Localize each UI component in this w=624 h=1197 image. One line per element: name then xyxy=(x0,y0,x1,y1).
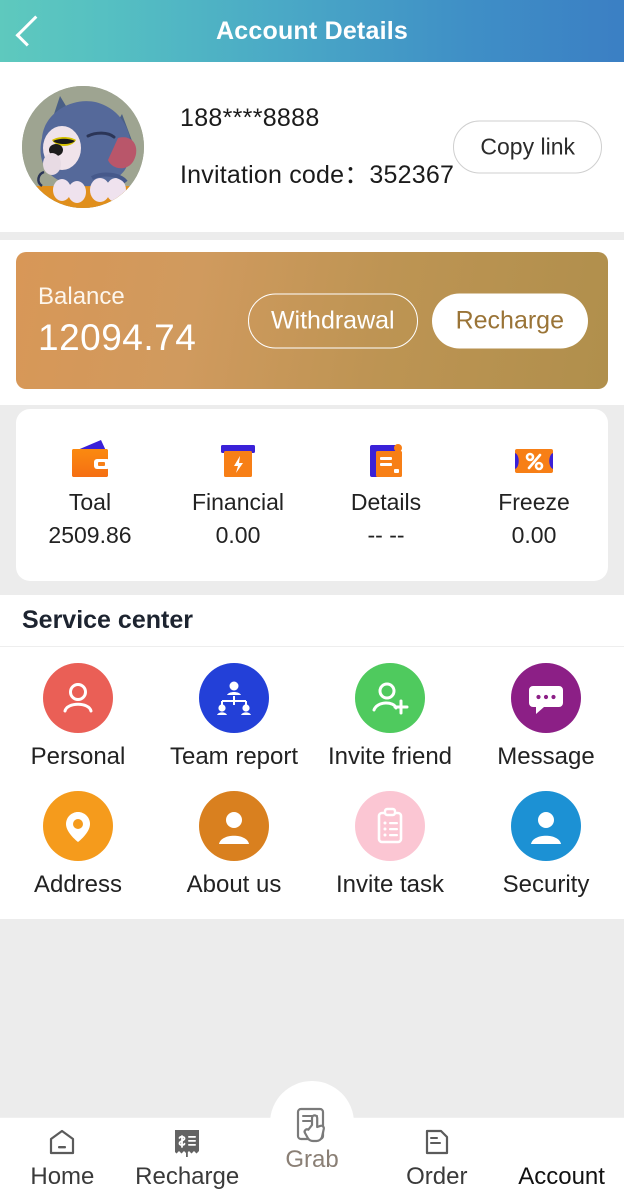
service-item-invite-task[interactable]: Invite task xyxy=(312,791,468,919)
balance-card: Balance 12094.74 Withdrawal Recharge xyxy=(16,252,608,389)
person-solid-icon xyxy=(199,791,269,861)
page-title: Account Details xyxy=(0,17,624,46)
tab-label: Grab xyxy=(285,1146,338,1174)
service-row: Address About us xyxy=(0,791,624,919)
tap-hand-icon xyxy=(290,1108,334,1142)
service-row: Personal Team report xyxy=(0,663,624,791)
person-outline-icon xyxy=(43,663,113,733)
tab-label: Home xyxy=(30,1163,94,1191)
cartoon-cat-avatar xyxy=(22,86,144,208)
tab-home[interactable]: Home xyxy=(0,1118,125,1197)
app-header: Account Details xyxy=(0,0,624,62)
bottom-tab-bar: Home Recharge xyxy=(0,1117,624,1197)
chat-bubble-icon xyxy=(511,663,581,733)
avatar[interactable] xyxy=(22,86,144,208)
service-item-label: Message xyxy=(497,743,594,771)
org-chart-icon xyxy=(199,663,269,733)
stat-item-details[interactable]: Details -- -- xyxy=(312,435,460,549)
invitation-code-label: Invitation code： xyxy=(180,161,369,189)
service-item-label: Address xyxy=(34,871,122,899)
service-item-invite-friend[interactable]: Invite friend xyxy=(312,663,468,791)
profile-section: 188****8888 Invitation code：352367 Copy … xyxy=(0,62,624,232)
ledger-icon xyxy=(360,435,412,483)
home-icon xyxy=(47,1125,77,1159)
recharge-button[interactable]: Recharge xyxy=(432,293,588,348)
tab-order[interactable]: Order xyxy=(374,1118,499,1197)
stat-item-freeze[interactable]: Freeze 0.00 xyxy=(460,435,608,549)
stat-label: Details xyxy=(351,489,421,516)
service-item-label: Security xyxy=(503,871,590,899)
service-item-label: Invite task xyxy=(336,871,444,899)
service-item-label: Invite friend xyxy=(328,743,452,771)
document-icon xyxy=(422,1125,452,1159)
balance-label: Balance xyxy=(38,283,196,311)
service-item-label: Personal xyxy=(31,743,126,771)
stat-label: Financial xyxy=(192,489,284,516)
withdrawal-button[interactable]: Withdrawal xyxy=(248,293,418,348)
service-center-grid: Personal Team report xyxy=(0,647,624,919)
service-item-team-report[interactable]: Team report xyxy=(156,663,312,791)
chevron-left-icon xyxy=(15,15,46,46)
balance-info: Balance 12094.74 xyxy=(38,283,196,359)
service-item-address[interactable]: Address xyxy=(0,791,156,919)
tab-label: Account xyxy=(518,1163,605,1191)
tab-grab[interactable]: Grab xyxy=(250,1118,375,1197)
app-screen: Account Details xyxy=(0,0,624,1197)
clipboard-icon xyxy=(355,791,425,861)
balance-amount: 12094.74 xyxy=(38,317,196,359)
stat-value: 2509.86 xyxy=(48,522,131,549)
wallet-icon xyxy=(64,435,116,483)
service-item-security[interactable]: Security xyxy=(468,791,624,919)
stat-label: Freeze xyxy=(498,489,570,516)
balance-actions: Withdrawal Recharge xyxy=(248,293,588,348)
service-item-label: Team report xyxy=(170,743,298,771)
stats-card: Toal 2509.86 Financial 0.00 xyxy=(16,409,608,581)
section-divider xyxy=(0,232,624,240)
service-center-header: Service center xyxy=(0,595,624,647)
service-item-message[interactable]: Message xyxy=(468,663,624,791)
person-shield-icon xyxy=(511,791,581,861)
stat-value: -- -- xyxy=(367,522,404,549)
service-center-title: Service center xyxy=(22,606,193,635)
stat-item-toal[interactable]: Toal 2509.86 xyxy=(16,435,164,549)
deposit-icon xyxy=(212,435,264,483)
tab-recharge[interactable]: Recharge xyxy=(125,1118,250,1197)
location-pin-icon xyxy=(43,791,113,861)
stats-section: Toal 2509.86 Financial 0.00 xyxy=(0,405,624,595)
service-item-label: About us xyxy=(187,871,282,899)
back-button[interactable] xyxy=(0,0,56,62)
stat-value: 0.00 xyxy=(512,522,557,549)
tab-label: Order xyxy=(406,1163,467,1191)
coupon-icon xyxy=(508,435,560,483)
stat-label: Toal xyxy=(69,489,111,516)
invitation-code-value: 352367 xyxy=(369,161,454,189)
stat-value: 0.00 xyxy=(216,522,261,549)
person-add-icon xyxy=(355,663,425,733)
service-item-about-us[interactable]: About us xyxy=(156,791,312,919)
balance-section: Balance 12094.74 Withdrawal Recharge xyxy=(0,240,624,405)
service-item-personal[interactable]: Personal xyxy=(0,663,156,791)
copy-link-button[interactable]: Copy link xyxy=(453,121,602,174)
tab-account[interactable]: Account xyxy=(499,1118,624,1197)
tab-label: Recharge xyxy=(135,1163,239,1191)
stat-item-financial[interactable]: Financial 0.00 xyxy=(164,435,312,549)
receipt-icon xyxy=(171,1125,203,1159)
